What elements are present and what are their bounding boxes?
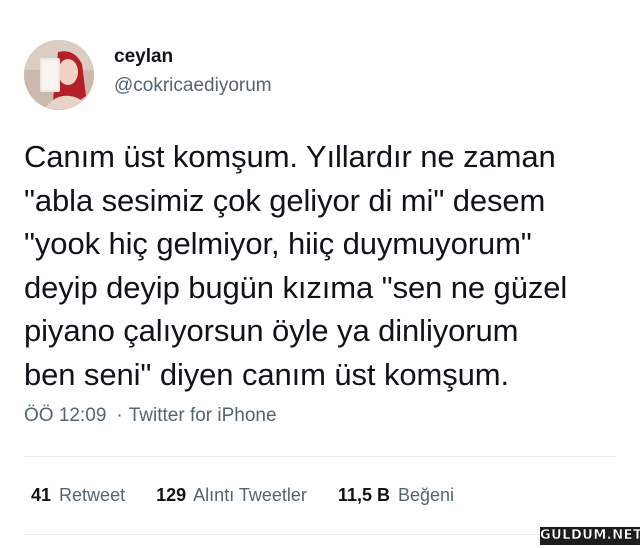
avatar[interactable]: [24, 40, 94, 110]
tweet-timestamp[interactable]: ÖÖ 12:09: [24, 405, 106, 426]
watermark-logo: GULDUM.NET: [540, 527, 640, 545]
retweet-stat[interactable]: 41 Retweet: [31, 485, 125, 506]
author-name[interactable]: ceylan: [114, 46, 173, 68]
quote-label: Alıntı Tweetler: [193, 485, 307, 505]
tweet-meta: ÖÖ 12:09 · Twitter for iPhone: [24, 405, 277, 427]
retweet-count: 41: [31, 485, 52, 505]
tweet-source[interactable]: Twitter for iPhone: [129, 405, 277, 426]
like-label: Beğeni: [397, 485, 455, 505]
divider: [24, 456, 616, 457]
avatar-image: [24, 40, 94, 110]
quote-stat[interactable]: 129 Alıntı Tweetler: [156, 485, 307, 506]
tweet-stats: 41 Retweet 129 Alıntı Tweetler 11,5 B Be…: [31, 485, 480, 506]
author-handle[interactable]: @cokricaediyorum: [114, 75, 272, 97]
divider-bottom: [24, 534, 616, 535]
like-count: 11,5 B: [337, 485, 390, 505]
quote-count: 129: [156, 485, 187, 505]
retweet-label: Retweet: [59, 485, 126, 505]
like-stat[interactable]: 11,5 B Beğeni: [338, 485, 454, 506]
meta-separator: ·: [116, 405, 123, 426]
tweet-text: Canım üst komşum. Yıllardır ne zaman "ab…: [24, 139, 568, 392]
